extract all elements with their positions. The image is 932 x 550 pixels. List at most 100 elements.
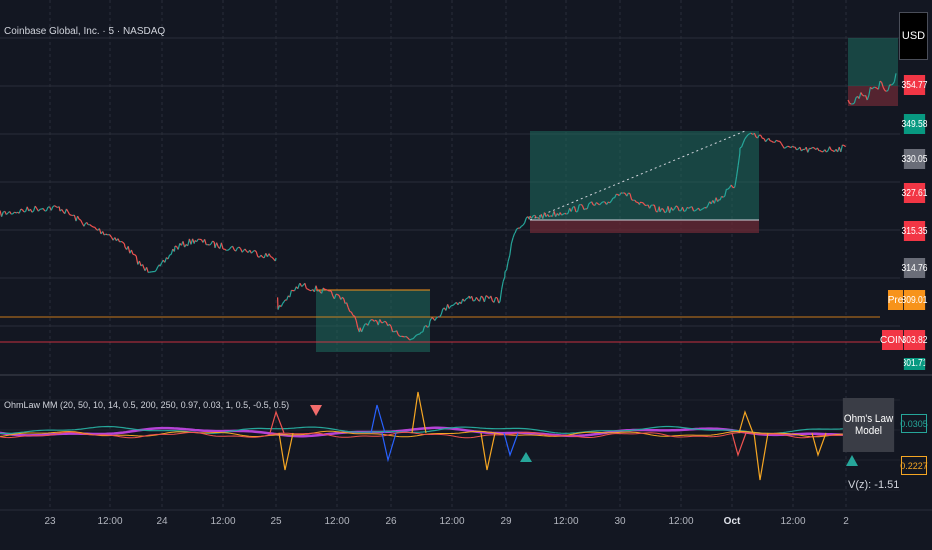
price-scale-label: 349.58 (901, 114, 928, 134)
price-candle (196, 238, 199, 243)
price-candle (849, 102, 852, 105)
time-axis-label: 12:00 (97, 516, 123, 527)
price-candle (779, 140, 782, 144)
price-candle (428, 320, 431, 327)
symbol-title[interactable]: Coinbase Global, Inc. · 5 · NASDAQ (4, 26, 165, 37)
time-axis-label: 24 (156, 516, 168, 527)
price-candle (816, 147, 820, 152)
price-candle (14, 211, 17, 214)
price-candle (886, 89, 889, 92)
price-candle (826, 150, 829, 153)
price-candle (89, 224, 92, 227)
price-candle (77, 215, 80, 220)
price-candle (177, 243, 181, 250)
price-candle (512, 233, 516, 239)
buy-signal-arrow (520, 452, 532, 462)
price-candle (254, 249, 257, 253)
price-candle (268, 253, 272, 257)
price-candle (122, 241, 125, 245)
price-candle (123, 243, 126, 248)
time-axis-label: 12:00 (210, 516, 236, 527)
price-scale-label: 330.05 (901, 149, 928, 169)
price-candle (5, 212, 9, 216)
price-candle (768, 138, 771, 141)
indicator-title[interactable]: OhmLaw MM (20, 50, 10, 14, 0.5, 200, 250… (4, 400, 289, 410)
price-candle (890, 83, 894, 86)
indicator-value-2: 0.2227 (900, 456, 928, 475)
price-candle (701, 208, 704, 210)
sell-signal-arrow (310, 405, 322, 416)
price-candle (524, 218, 527, 224)
time-axis-label: 12:00 (553, 516, 579, 527)
time-axis-label: 26 (385, 516, 397, 527)
price-candle (562, 212, 566, 215)
price-candle (289, 290, 292, 298)
price-candle (65, 208, 69, 212)
price-candle (297, 283, 300, 289)
price-scale-label: 354.77 (901, 75, 928, 95)
price-candle (33, 205, 36, 212)
price-candle (146, 267, 149, 273)
price-candle (238, 246, 242, 250)
price-candle (449, 304, 453, 308)
price-candle (506, 261, 509, 271)
price-candle (306, 287, 309, 290)
price-candle (776, 139, 779, 142)
price-candle (483, 295, 487, 303)
price-candle (250, 251, 254, 254)
price-candle (105, 233, 108, 236)
price-candle (384, 320, 387, 323)
price-candle (792, 145, 795, 148)
price-candle (434, 317, 437, 321)
price-candle (452, 303, 456, 306)
price-candle (862, 94, 865, 97)
price-candle (282, 300, 285, 304)
price-candle (623, 192, 626, 194)
price-candle (771, 140, 774, 143)
price-candle (103, 233, 107, 236)
price-candle (78, 218, 82, 221)
price-candle (98, 228, 102, 235)
currency-button[interactable]: USD (899, 12, 928, 60)
position-zone-profit (316, 290, 430, 352)
chart-window: Coinbase Global, Inc. · 5 · NASDAQ USD 3… (0, 0, 932, 550)
price-candle (91, 225, 94, 228)
position-zone-profit (530, 131, 759, 220)
price-candle (448, 306, 451, 309)
price-candle (519, 225, 522, 229)
price-chart[interactable] (0, 0, 932, 550)
model-label: Ohm's Law Model (842, 398, 895, 452)
price-candle (45, 206, 49, 212)
price-candle (286, 295, 289, 301)
price-candle (580, 203, 583, 206)
price-candle (840, 144, 843, 153)
price-candle (67, 211, 71, 215)
price-candle (675, 205, 678, 208)
price-candle (318, 290, 321, 292)
price-candle (216, 242, 219, 248)
price-candle (852, 102, 855, 105)
price-candle (785, 145, 788, 148)
price-candle (564, 212, 567, 215)
price-candle (566, 212, 569, 215)
price-candle (807, 148, 810, 153)
price-candle (142, 264, 145, 269)
price-candle (765, 139, 768, 143)
position-zone-loss (530, 220, 759, 233)
price-candle (830, 149, 834, 152)
price-candle (255, 251, 259, 257)
price-candle (54, 205, 57, 208)
price-candle (521, 224, 524, 227)
time-axis-label: 29 (500, 516, 512, 527)
price-candle (485, 295, 488, 298)
price-candle (664, 211, 667, 214)
premarket-tag: Pre (888, 290, 903, 310)
price-candle (501, 281, 504, 290)
price-candle (819, 150, 822, 153)
price-candle (235, 247, 238, 252)
price-candle (471, 296, 474, 302)
price-candle (209, 243, 212, 246)
price-candle (760, 135, 763, 139)
price-candle (416, 333, 419, 336)
price-candle (561, 213, 564, 216)
